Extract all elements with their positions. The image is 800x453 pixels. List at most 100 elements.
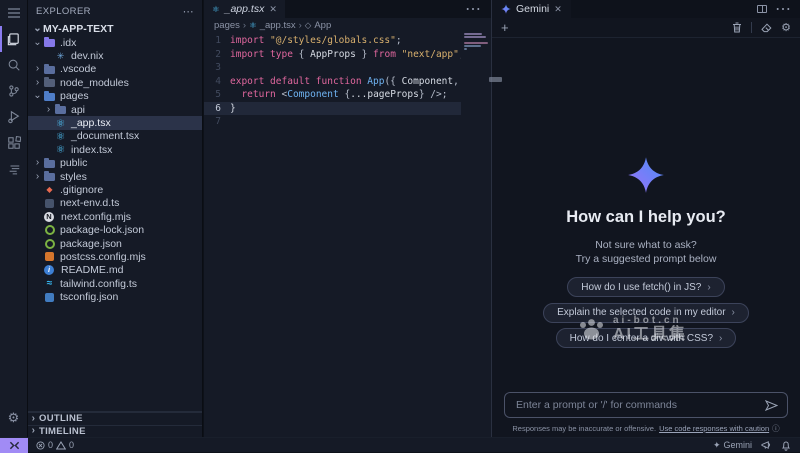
scrollbar-thumb[interactable]: [489, 77, 502, 82]
prompt-input-wrap: [504, 392, 788, 418]
gear-glyph: ⚙: [8, 410, 20, 426]
send-icon[interactable]: [765, 400, 778, 411]
info-icon: ⓘ: [772, 423, 780, 434]
gemini-status-item[interactable]: ✦ Gemini: [713, 440, 752, 451]
file-label: tailwind.config.ts: [60, 278, 137, 290]
menu-icon[interactable]: [0, 0, 28, 26]
tree-item-index.tsx[interactable]: ⚛ index.tsx: [28, 143, 202, 156]
code-line-7[interactable]: 7: [204, 115, 491, 129]
status-bar: 0 0 ✦ Gemini: [0, 437, 800, 452]
file-label: next.config.mjs: [61, 211, 131, 223]
tree-item-tailwind.config.ts[interactable]: ≈tailwind.config.ts: [28, 277, 202, 290]
breadcrumb-folder[interactable]: pages: [214, 20, 240, 31]
run-debug-icon[interactable]: [0, 104, 28, 130]
tree-item-styles[interactable]: ›styles: [28, 170, 202, 183]
editor-more-icon[interactable]: ⋯: [465, 0, 481, 19]
tab-gemini[interactable]: Gemini ✕: [492, 0, 571, 18]
panel-more-icon[interactable]: ⋯: [775, 0, 791, 19]
gemini-settings-icon[interactable]: ⚙: [781, 21, 791, 34]
explorer-icon[interactable]: [0, 26, 28, 52]
react-icon: ⚛: [212, 4, 220, 15]
code-line-3[interactable]: 3: [204, 61, 491, 75]
chevron-right-icon: ›: [719, 333, 722, 344]
new-chat-icon[interactable]: +: [501, 20, 509, 35]
code-token: return: [241, 88, 281, 102]
tree-item-postcss.config.mjs[interactable]: postcss.config.mjs: [28, 250, 202, 263]
explorer-more-icon[interactable]: ⋯: [183, 5, 194, 18]
code-line-1[interactable]: 1import "@/styles/globals.css";: [204, 34, 491, 48]
minimap[interactable]: [461, 32, 491, 437]
idx-panel-icon[interactable]: [0, 156, 28, 182]
tree-item-next.config.mjs[interactable]: Nnext.config.mjs: [28, 210, 202, 223]
tree-item-.idx[interactable]: ⌄.idx: [28, 36, 202, 49]
extensions-icon[interactable]: [0, 130, 28, 156]
ts-def-icon: [43, 198, 56, 209]
minimap-line: [464, 33, 482, 35]
tree-item-public[interactable]: ›public: [28, 157, 202, 170]
file-label: public: [60, 157, 87, 169]
tree-item-next-env.d.ts[interactable]: next-env.d.ts: [28, 197, 202, 210]
outline-section[interactable]: › OUTLINE: [28, 412, 202, 425]
prompt-label: Explain the selected code in my editor: [557, 307, 725, 318]
tree-root[interactable]: ⌄ MY-APP-TEXT: [28, 22, 202, 36]
eraser-icon[interactable]: [761, 23, 772, 33]
remote-indicator[interactable]: [0, 438, 28, 453]
react-icon: ⚛: [54, 144, 67, 155]
problems-indicator[interactable]: 0 0: [36, 440, 74, 450]
editor-tab-bar: ⚛ _app.tsx ✕ ⋯: [204, 0, 491, 18]
timeline-section[interactable]: › TIMELINE: [28, 425, 202, 438]
feedback-icon[interactable]: [761, 440, 772, 450]
code-line-5[interactable]: 5 return <Component {...pageProps} />;: [204, 88, 491, 102]
search-icon[interactable]: [0, 52, 28, 78]
minimap-line: [464, 45, 481, 47]
code-line-6[interactable]: 6}: [204, 102, 491, 116]
code-token: Component: [287, 88, 338, 102]
tree-item-tsconfig.json[interactable]: tsconfig.json: [28, 290, 202, 303]
tree-item-package.json[interactable]: package.json: [28, 237, 202, 250]
react-icon: ⚛: [54, 131, 67, 142]
trash-icon[interactable]: [732, 22, 742, 33]
chevron-right-icon: ›: [707, 282, 710, 293]
tree-item-.vscode[interactable]: ›.vscode: [28, 63, 202, 76]
line-number: 3: [204, 61, 230, 75]
folder-api-icon: [54, 104, 67, 115]
suggested-prompt-2[interactable]: Explain the selected code in my editor›: [543, 303, 749, 323]
code-line-2[interactable]: 2import type { AppProps } from "next/app…: [204, 48, 491, 62]
code-line-4[interactable]: 4export default function App({ Component…: [204, 75, 491, 89]
remote-icon: [9, 441, 20, 450]
file-label: index.tsx: [71, 144, 112, 156]
tree-item-dev.nix[interactable]: ✳dev.nix: [28, 49, 202, 62]
tree-item-README.md[interactable]: iREADME.md: [28, 264, 202, 277]
tree-item-_document.tsx[interactable]: ⚛ _document.tsx: [28, 130, 202, 143]
prompt-input[interactable]: [514, 398, 765, 412]
file-label: dev.nix: [71, 50, 104, 62]
app-window: ⚙ EXPLORER ⋯ ⌄ MY-APP-TEXT ⌄.idx✳dev.nix…: [0, 0, 800, 452]
split-editor-icon[interactable]: [757, 5, 767, 13]
tree-item-package-lock.json[interactable]: package-lock.json: [28, 223, 202, 236]
tree-item-pages[interactable]: ⌄pages: [28, 90, 202, 103]
close-icon[interactable]: ✕: [269, 4, 277, 15]
close-icon[interactable]: ✕: [554, 4, 562, 15]
suggested-prompt-1[interactable]: How do I use fetch() in JS?›: [567, 277, 724, 297]
tree-item-_app.tsx[interactable]: ⚛_app.tsx: [28, 116, 202, 129]
bell-icon[interactable]: [781, 440, 791, 451]
folder-icon: [43, 171, 56, 182]
tree-item-node_modules[interactable]: ›node_modules: [28, 76, 202, 89]
suggested-prompt-3[interactable]: How do I center a div with CSS?›: [556, 328, 737, 348]
disclaimer-link[interactable]: Use code responses with caution: [659, 424, 769, 433]
code-editor[interactable]: 1import "@/styles/globals.css";2import t…: [204, 32, 491, 437]
tab-app-tsx[interactable]: ⚛ _app.tsx ✕: [204, 0, 285, 18]
tree-item-api[interactable]: › api: [28, 103, 202, 116]
code-token: App: [367, 75, 384, 89]
source-control-icon[interactable]: [0, 78, 28, 104]
file-label: _document.tsx: [71, 130, 139, 142]
chevron-right-icon: ›: [43, 105, 54, 115]
breadcrumb-file[interactable]: _app.tsx: [260, 20, 296, 31]
chevron-right-icon: ›: [32, 172, 43, 182]
breadcrumb-symbol[interactable]: App: [314, 20, 331, 31]
tree-item-.gitignore[interactable]: ◆.gitignore: [28, 183, 202, 196]
file-label: package.json: [60, 238, 122, 250]
file-label: api: [71, 104, 85, 116]
chevron-down-icon: ⌄: [32, 24, 43, 34]
settings-gear-icon[interactable]: ⚙: [0, 405, 28, 431]
